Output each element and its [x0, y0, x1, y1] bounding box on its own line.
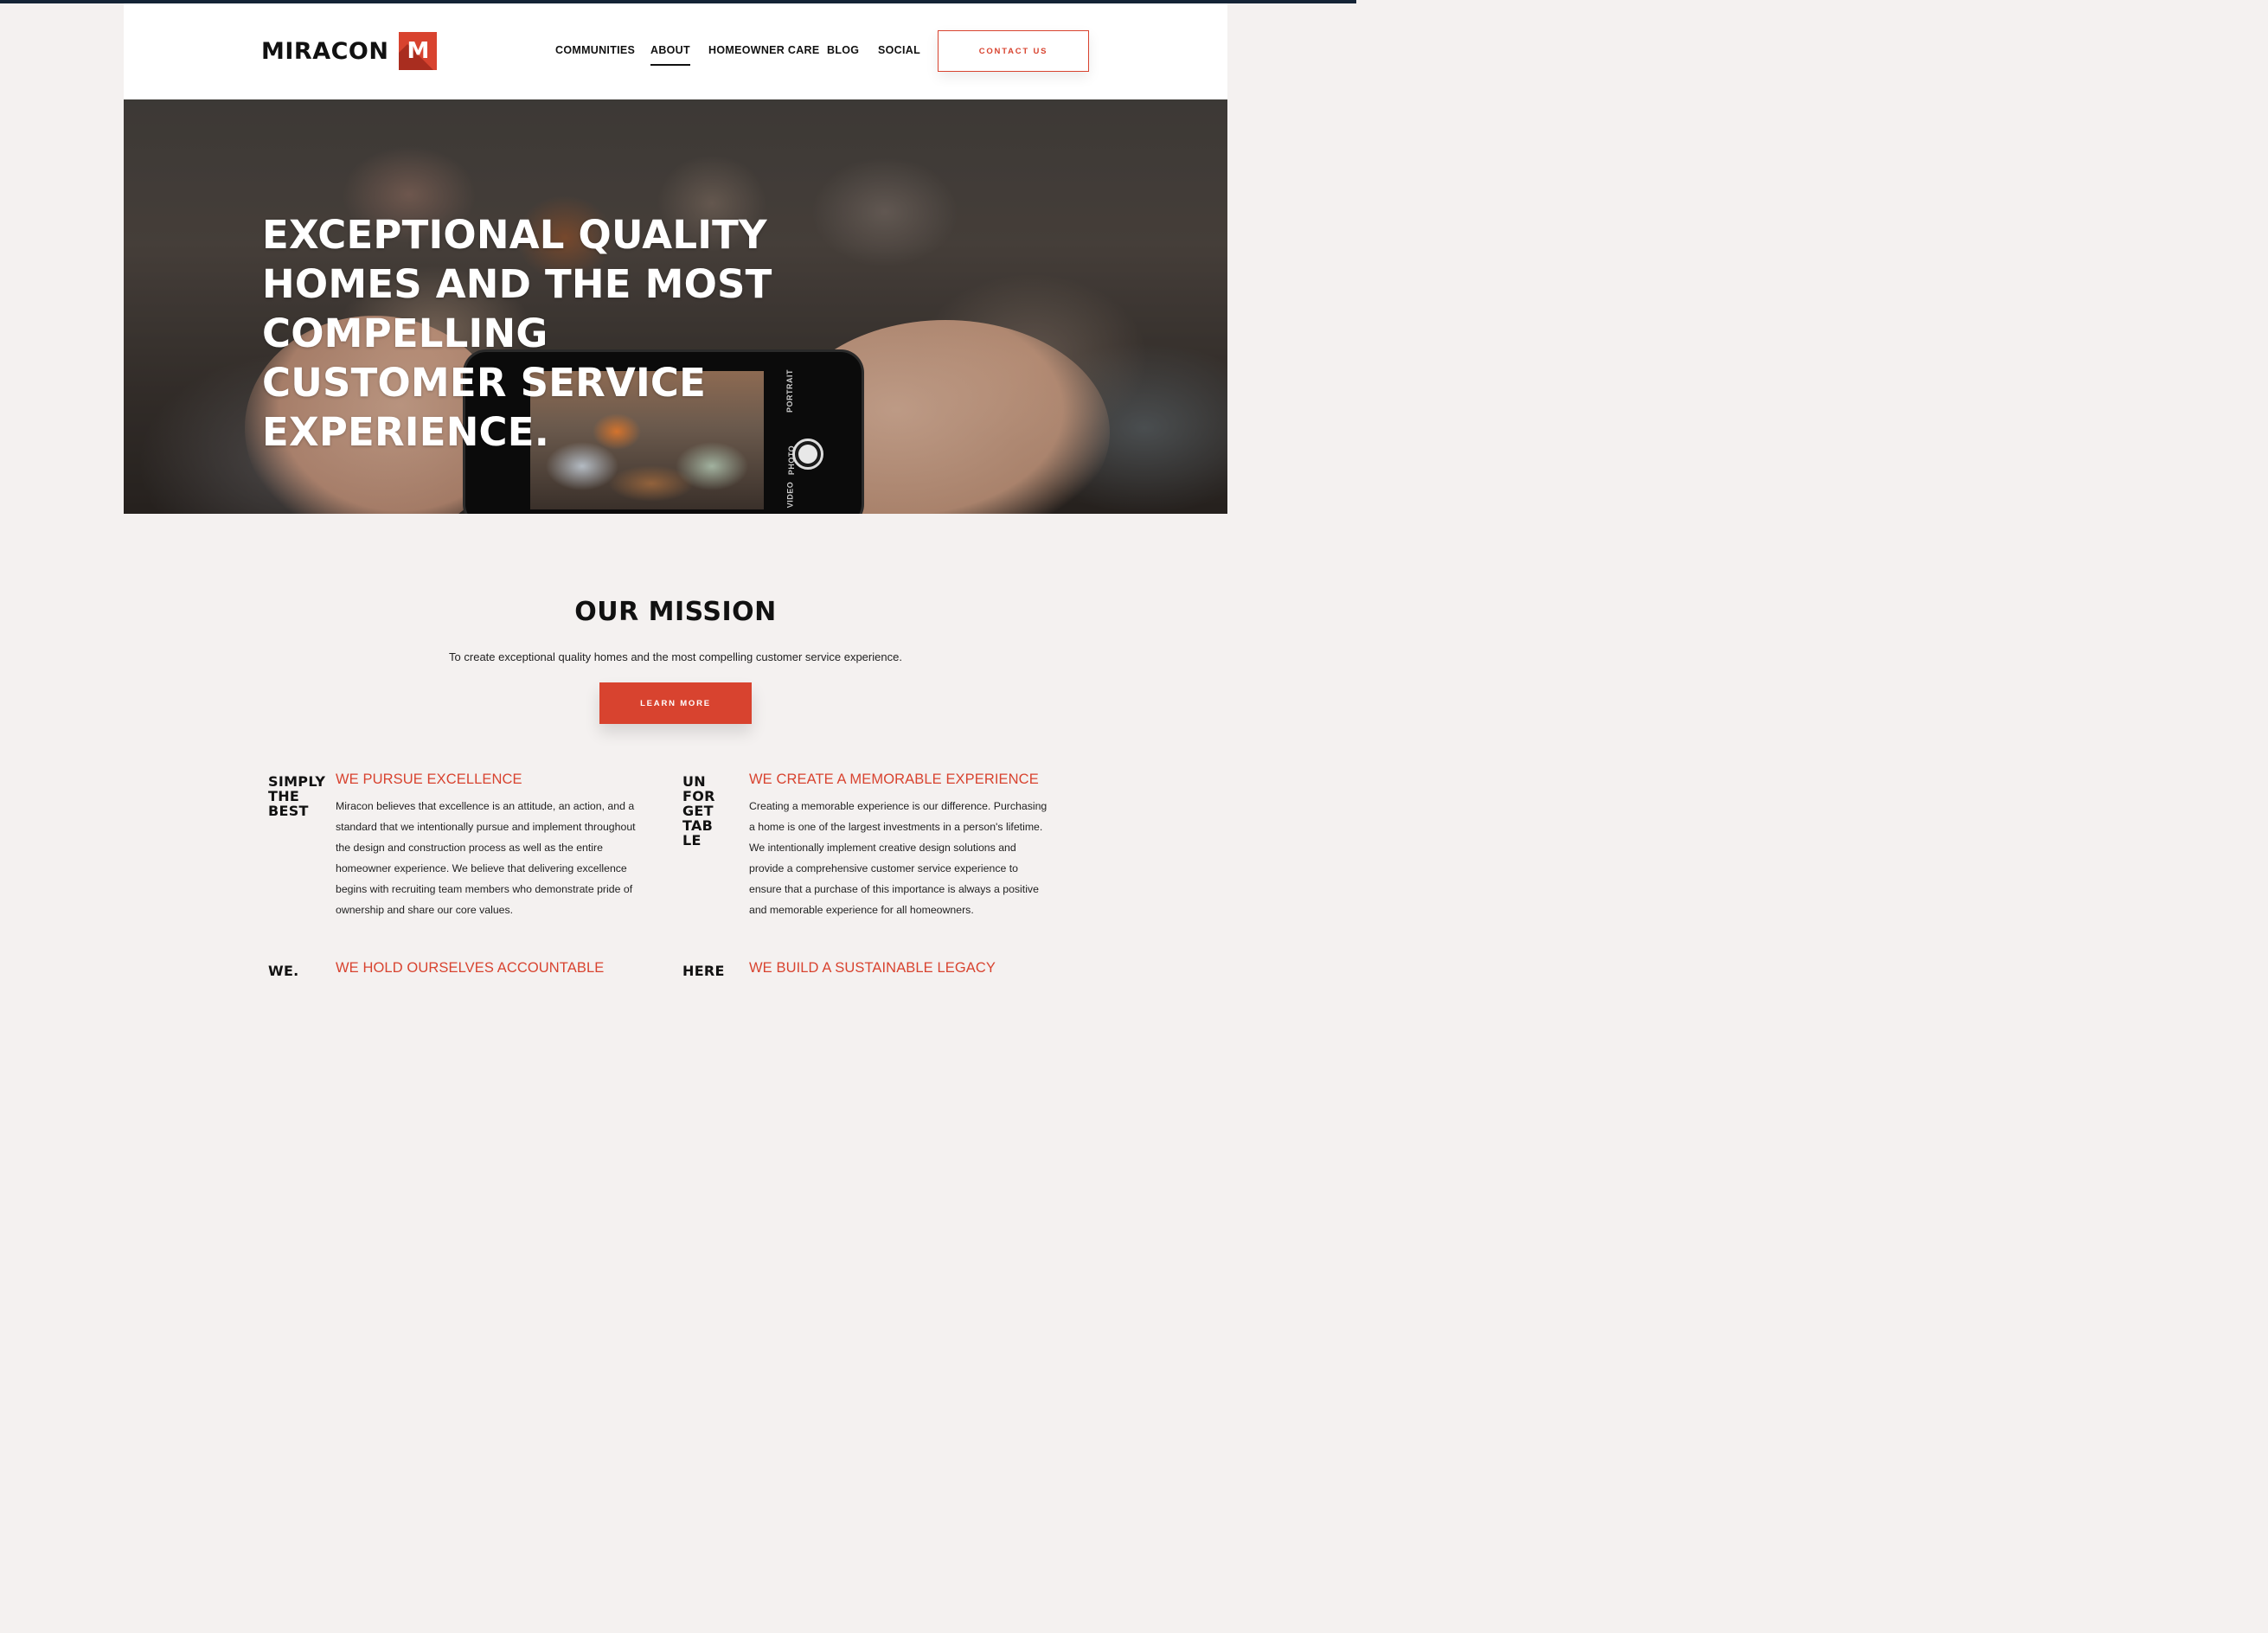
learn-more-button[interactable]: LEARN MORE [599, 682, 752, 724]
mode-video: VIDEO [785, 481, 795, 509]
logo-m-icon: M [399, 32, 438, 70]
logo-wordmark: MIRACON [261, 37, 389, 65]
value-body: Miracon believes that excellence is an a… [336, 800, 636, 916]
hero-title: EXCEPTIONAL QUALITY HOMES AND THE MOST C… [262, 212, 772, 455]
value-tag: HERE [682, 963, 725, 979]
hero-banner: PORTRAIT PHOTO VIDEO EXCEPTIONAL QUALITY… [124, 99, 1227, 514]
value-heading: WE HOLD OURSELVES ACCOUNTABLE [336, 960, 605, 976]
value-tag: UN FOR GET TAB LE [682, 773, 715, 849]
value-heading: WE BUILD A SUSTAINABLE LEGACY [749, 960, 996, 976]
nav-social[interactable]: SOCIAL [878, 44, 920, 56]
site-header: MIRACON M COMMUNITIES ABOUT HOMEOWNER CA… [124, 3, 1227, 99]
contact-us-button[interactable]: CONTACT US [938, 30, 1089, 72]
value-tag: SIMPLY THE BEST [268, 773, 326, 819]
value-tag: WE. [268, 963, 299, 979]
nav-blog[interactable]: BLOG [827, 44, 859, 56]
value-heading: WE PURSUE EXCELLENCE [336, 772, 522, 787]
value-body: Creating a memorable experience is our d… [749, 800, 1048, 916]
nav-homeowner-care[interactable]: HOMEOWNER CARE [708, 44, 820, 56]
mission-title: OUR MISSION [574, 597, 777, 627]
nav-about[interactable]: ABOUT [650, 44, 690, 66]
value-heading: WE CREATE A MEMORABLE EXPERIENCE [749, 772, 1039, 787]
nav-communities[interactable]: COMMUNITIES [555, 44, 635, 56]
miracon-logo[interactable]: MIRACON M [261, 32, 438, 70]
mission-text: To create exceptional quality homes and … [449, 650, 902, 663]
